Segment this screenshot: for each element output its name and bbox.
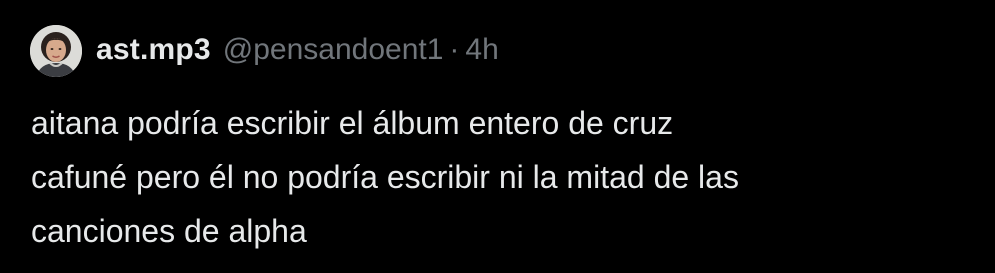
author-handle[interactable]: @pensandoent1 [223,33,444,67]
author-display-name[interactable]: ast.mp3 [96,33,211,67]
header-separator: · [449,33,460,66]
author-avatar[interactable] [30,25,82,77]
tweet-timestamp[interactable]: 4h [465,33,498,67]
tweet-text: aitana podría escribir el álbum entero d… [31,105,739,249]
tweet-header: ast.mp3 @pensandoent1 · 4h [96,33,499,73]
tweet[interactable]: ast.mp3 @pensandoent1 · 4h aitana podría… [0,0,995,273]
profile-photo-icon [30,25,82,77]
